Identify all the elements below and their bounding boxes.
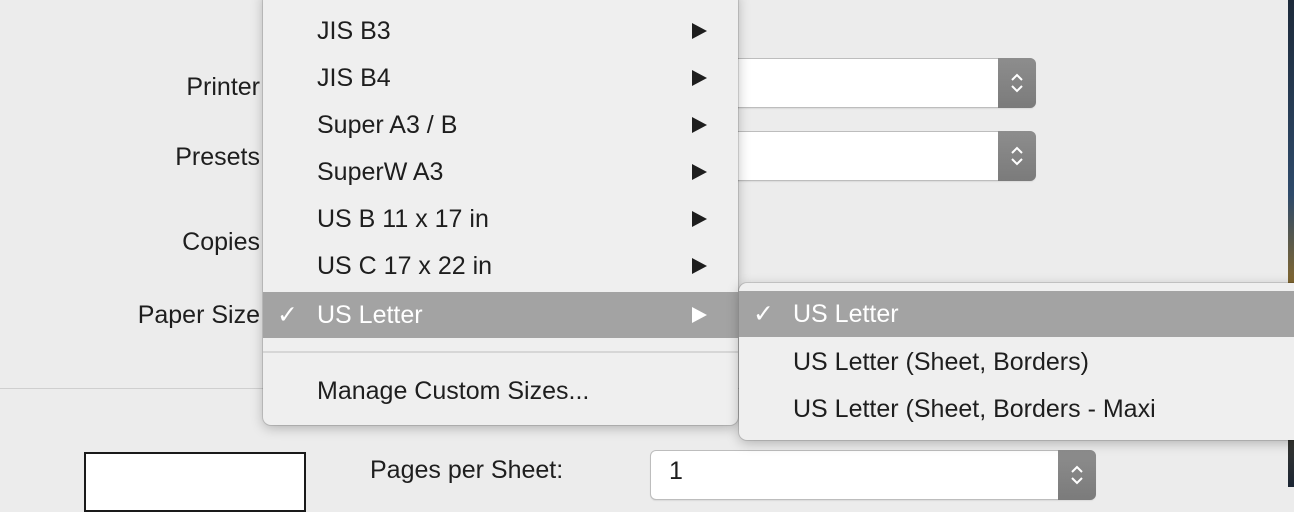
presets-label: Presets — [175, 143, 260, 171]
presets-popup[interactable] — [700, 131, 1036, 181]
menu-item-label: Super A3 / B — [317, 111, 458, 139]
up-down-chevron-icon — [1071, 465, 1083, 485]
menu-item-label: US C 17 x 22 in — [317, 252, 493, 280]
menu-separator — [263, 351, 738, 353]
paper-size-menu: JIS B3 JIS B4 Super A3 / B SuperW A3 US … — [263, 0, 738, 425]
submenu-arrow-icon — [690, 243, 708, 289]
page-preview — [84, 452, 306, 512]
submenu-arrow-icon — [690, 102, 708, 148]
menu-item-superw-a3[interactable]: SuperW A3 — [263, 149, 738, 195]
menu-item-us-b[interactable]: US B 11 x 17 in — [263, 196, 738, 242]
menu-item-label: US Letter — [317, 301, 423, 329]
menu-item-jis-b4[interactable]: JIS B4 — [263, 55, 738, 101]
submenu-item-us-letter-sheet-borders[interactable]: US Letter (Sheet, Borders) — [739, 339, 1294, 385]
submenu-arrow-icon — [690, 55, 708, 101]
menu-item-manage-custom-sizes[interactable]: Manage Custom Sizes... — [263, 368, 738, 414]
paper-size-label: Paper Size — [137, 301, 260, 329]
menu-item-jis-b3[interactable]: JIS B3 — [263, 8, 738, 54]
menu-item-label: Manage Custom Sizes... — [317, 377, 590, 405]
up-down-chevron-icon — [1011, 73, 1023, 93]
menu-item-us-c[interactable]: US C 17 x 22 in — [263, 243, 738, 289]
submenu-arrow-icon — [690, 8, 708, 54]
menu-item-super-a3-b[interactable]: Super A3 / B — [263, 102, 738, 148]
printer-stepper[interactable] — [998, 58, 1036, 108]
submenu-arrow-icon — [690, 149, 708, 195]
submenu-item-us-letter[interactable]: ✓ US Letter — [739, 291, 1294, 337]
pages-per-sheet-popup[interactable]: 1 — [650, 450, 1096, 500]
menu-item-label: SuperW A3 — [317, 158, 444, 186]
submenu-item-us-letter-sheet-borders-max[interactable]: US Letter (Sheet, Borders - Maxi — [739, 386, 1294, 432]
up-down-chevron-icon — [1011, 146, 1023, 166]
us-letter-submenu: ✓ US Letter US Letter (Sheet, Borders) U… — [739, 283, 1294, 440]
checkmark-icon: ✓ — [753, 300, 774, 328]
menu-item-label: JIS B4 — [317, 64, 391, 92]
menu-item-us-letter[interactable]: ✓ US Letter — [263, 292, 738, 338]
menu-item-label: US B 11 x 17 in — [317, 205, 489, 233]
submenu-item-label: US Letter (Sheet, Borders) — [793, 348, 1089, 376]
pages-per-sheet-value: 1 — [669, 457, 683, 485]
submenu-item-label: US Letter — [793, 300, 899, 328]
submenu-item-label: US Letter (Sheet, Borders - Maxi — [793, 395, 1156, 423]
presets-stepper[interactable] — [998, 131, 1036, 181]
menu-item-label: JIS B3 — [317, 17, 391, 45]
pages-per-sheet-label: Pages per Sheet: — [370, 456, 564, 484]
printer-label: Printer — [186, 73, 260, 101]
submenu-arrow-icon — [690, 292, 708, 338]
printer-popup[interactable] — [700, 58, 1036, 108]
pages-per-sheet-stepper[interactable] — [1058, 450, 1096, 500]
checkmark-icon: ✓ — [277, 301, 298, 329]
submenu-arrow-icon — [690, 196, 708, 242]
copies-label: Copies — [182, 228, 260, 256]
